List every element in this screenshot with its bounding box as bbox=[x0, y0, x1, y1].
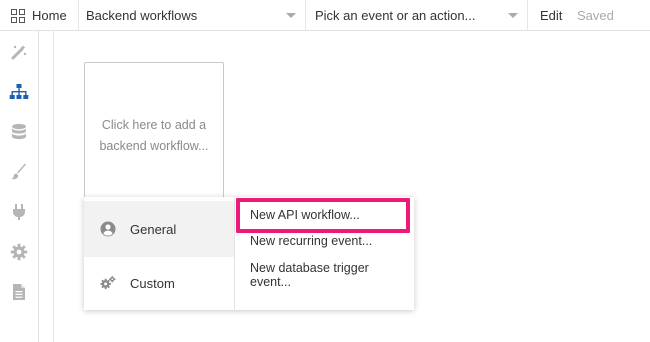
category-general-label: General bbox=[130, 221, 177, 237]
new-database-trigger-option[interactable]: New database trigger event... bbox=[250, 261, 390, 289]
new-recurring-event-option[interactable]: New recurring event... bbox=[250, 234, 410, 248]
grid-icon bbox=[11, 8, 25, 23]
chevron-down-icon bbox=[286, 13, 296, 18]
design-icon[interactable] bbox=[9, 42, 29, 62]
panel-divider bbox=[53, 31, 54, 342]
settings-gear-icon[interactable] bbox=[9, 242, 29, 262]
page-selector-value: Backend workflows bbox=[86, 8, 198, 23]
new-api-workflow-option[interactable]: New API workflow... bbox=[250, 208, 410, 222]
left-sidebar bbox=[0, 31, 39, 342]
edit-menu[interactable]: Edit bbox=[540, 0, 562, 31]
add-backend-workflow-card[interactable]: Click here to add a backend workflow... bbox=[84, 62, 224, 210]
category-custom[interactable]: Custom bbox=[84, 255, 234, 311]
plugins-icon[interactable] bbox=[9, 202, 29, 222]
user-circle-icon bbox=[100, 221, 116, 237]
page-selector-dropdown[interactable]: Backend workflows bbox=[79, 0, 306, 31]
category-custom-label: Custom bbox=[130, 275, 175, 291]
logs-document-icon[interactable] bbox=[9, 282, 29, 302]
category-general[interactable]: General bbox=[84, 201, 234, 257]
home-button[interactable]: Home bbox=[0, 0, 79, 31]
event-selector-placeholder: Pick an event or an action... bbox=[315, 8, 476, 23]
category-list: General Custom bbox=[84, 197, 235, 310]
new-workflow-popup-menu: General Custom New API workflow... New r… bbox=[84, 197, 414, 310]
workflow-icon[interactable] bbox=[9, 82, 29, 102]
chevron-down-icon bbox=[508, 13, 518, 18]
home-label: Home bbox=[32, 8, 67, 23]
event-selector-dropdown[interactable]: Pick an event or an action... bbox=[306, 0, 528, 31]
database-icon[interactable] bbox=[9, 122, 29, 142]
top-bar: Home Backend workflows Pick an event or … bbox=[0, 0, 650, 31]
styles-brush-icon[interactable] bbox=[9, 162, 29, 182]
saved-status: Saved bbox=[577, 8, 614, 23]
add-workflow-text: Click here to add a backend workflow... bbox=[99, 118, 209, 153]
gears-icon bbox=[100, 275, 116, 291]
